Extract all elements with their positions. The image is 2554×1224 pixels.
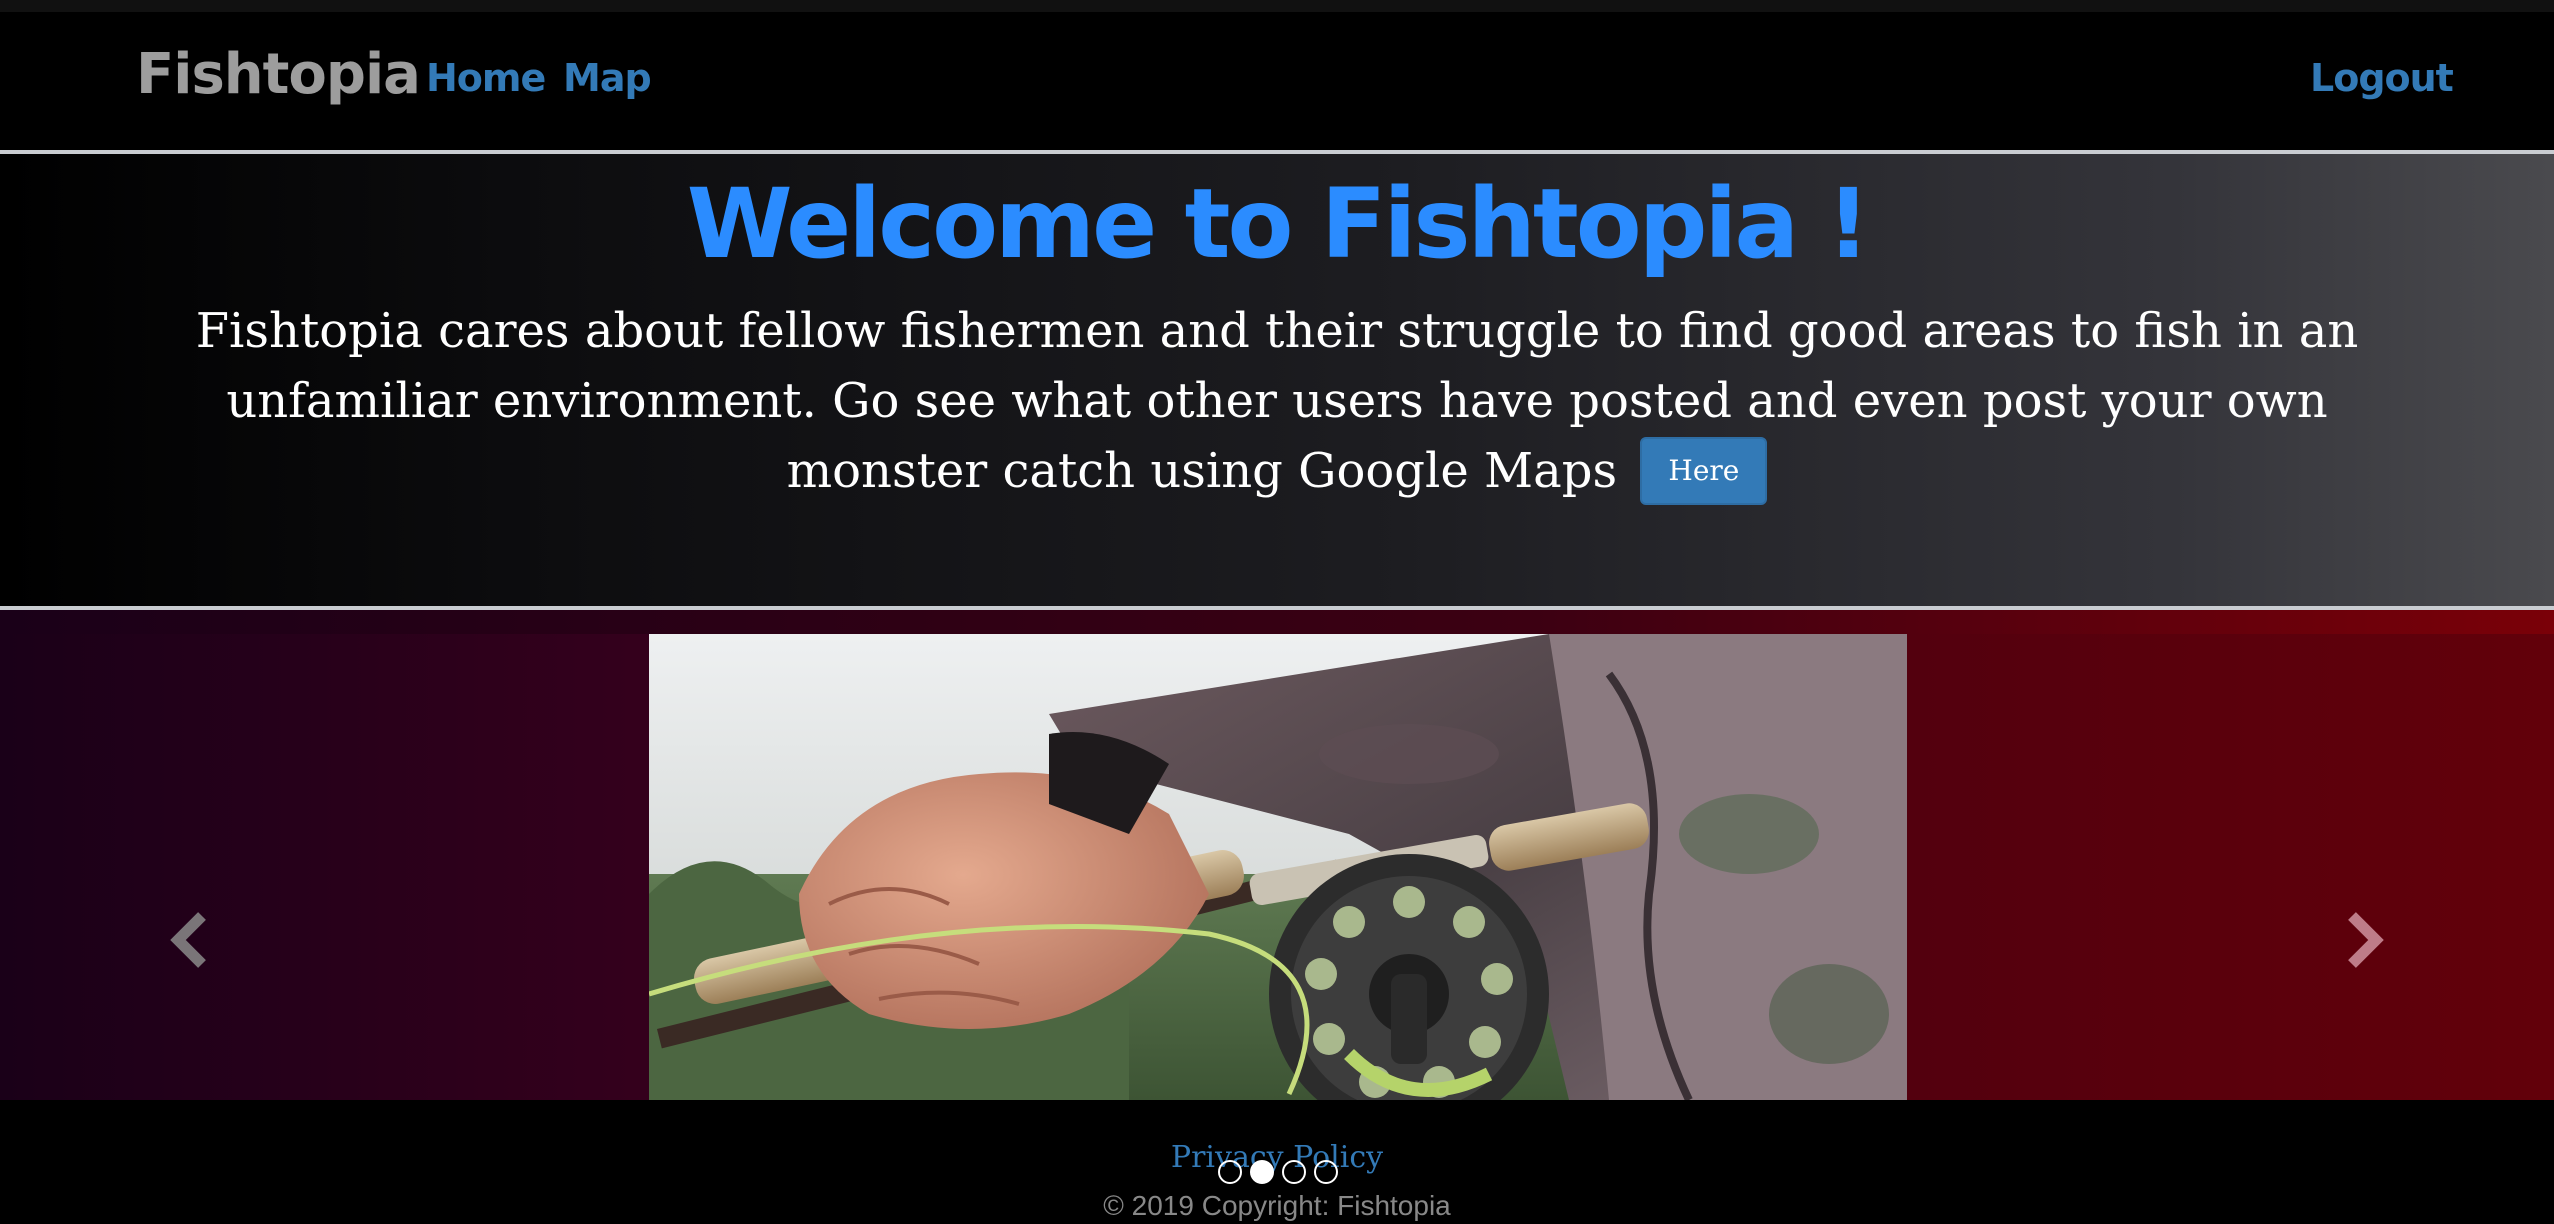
chevron-left-icon (170, 912, 206, 968)
hero-description: Fishtopia cares about fellow fishermen a… (150, 296, 2404, 509)
hero-description-text: Fishtopia cares about fellow fishermen a… (195, 303, 2359, 499)
hero-jumbotron: Welcome to Fishtopia ! Fishtopia cares a… (0, 150, 2554, 610)
carousel-prev-control[interactable] (162, 910, 222, 970)
chevron-right-icon (2348, 912, 2384, 968)
top-navbar: Fishtopia Home Map Logout (0, 0, 2554, 150)
carousel-indicator-2[interactable] (1250, 1160, 1274, 1184)
carousel-indicator-4[interactable] (1314, 1160, 1338, 1184)
carousel-slide-image (649, 634, 1907, 1100)
carousel-indicator-1[interactable] (1218, 1160, 1242, 1184)
brand-logo[interactable]: Fishtopia (136, 42, 421, 107)
nav-map-link[interactable]: Map (563, 56, 652, 100)
here-button[interactable]: Here (1640, 436, 1768, 505)
image-carousel (0, 610, 2554, 1100)
carousel-next-control[interactable] (2332, 910, 2392, 970)
hero-title: Welcome to Fishtopia ! (686, 168, 1871, 280)
logout-link[interactable]: Logout (2310, 56, 2454, 100)
page-footer: Privacy Policy © 2019 Copyright: Fishtop… (0, 1100, 2554, 1224)
nav-home-link[interactable]: Home (426, 56, 546, 100)
copyright-text: © 2019 Copyright: Fishtopia (1103, 1190, 1451, 1221)
carousel-indicators (1218, 1160, 1338, 1186)
carousel-indicator-3[interactable] (1282, 1160, 1306, 1184)
carousel-top-strip (0, 610, 2554, 634)
